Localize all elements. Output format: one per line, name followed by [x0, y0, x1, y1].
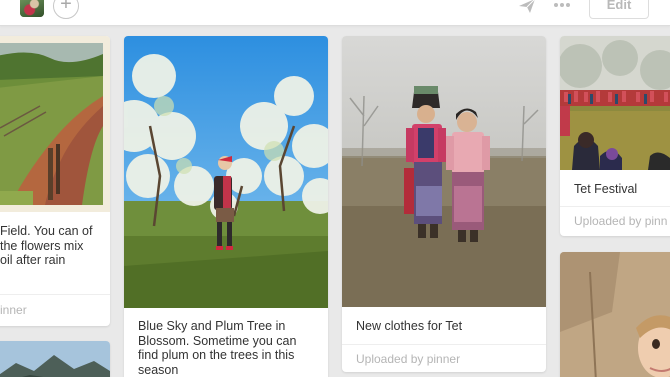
pin-card[interactable] [560, 252, 670, 377]
pin-image[interactable] [560, 252, 670, 377]
pin-image[interactable] [124, 36, 328, 308]
pin-source: inner [0, 303, 27, 317]
pin-card[interactable]: New clothes for Tet Uploaded by pinner [342, 36, 546, 372]
pin-card[interactable] [0, 341, 110, 377]
pin-card[interactable]: Tet Festival Uploaded by pinn [560, 36, 670, 236]
edit-button[interactable]: Edit [589, 0, 649, 19]
divider [560, 206, 670, 207]
pin-description: New clothes for Tet [356, 319, 463, 333]
board-header: + Edit [0, 0, 670, 26]
pin-image[interactable] [0, 36, 110, 212]
user-avatar[interactable] [20, 0, 44, 17]
pin-description: Blue Sky and Plum Tree in Blossom. Somet… [138, 319, 297, 377]
pin-source: Uploaded by pinner [356, 352, 461, 366]
send-icon[interactable] [518, 0, 536, 14]
divider [0, 294, 110, 295]
more-icon[interactable] [553, 0, 571, 12]
pin-description: Tet Festival [574, 182, 638, 196]
divider [342, 344, 546, 345]
pin-description: Field. You can of the flowers mix oil af… [0, 224, 93, 267]
pin-image[interactable] [0, 341, 110, 377]
add-collaborator-button[interactable]: + [53, 0, 79, 19]
pin-image[interactable] [560, 36, 670, 170]
pin-image[interactable] [342, 36, 546, 307]
pin-card[interactable]: Field. You can of the flowers mix oil af… [0, 36, 110, 326]
pin-card[interactable]: Blue Sky and Plum Tree in Blossom. Somet… [124, 36, 328, 377]
pin-source: Uploaded by pinn [574, 214, 668, 228]
